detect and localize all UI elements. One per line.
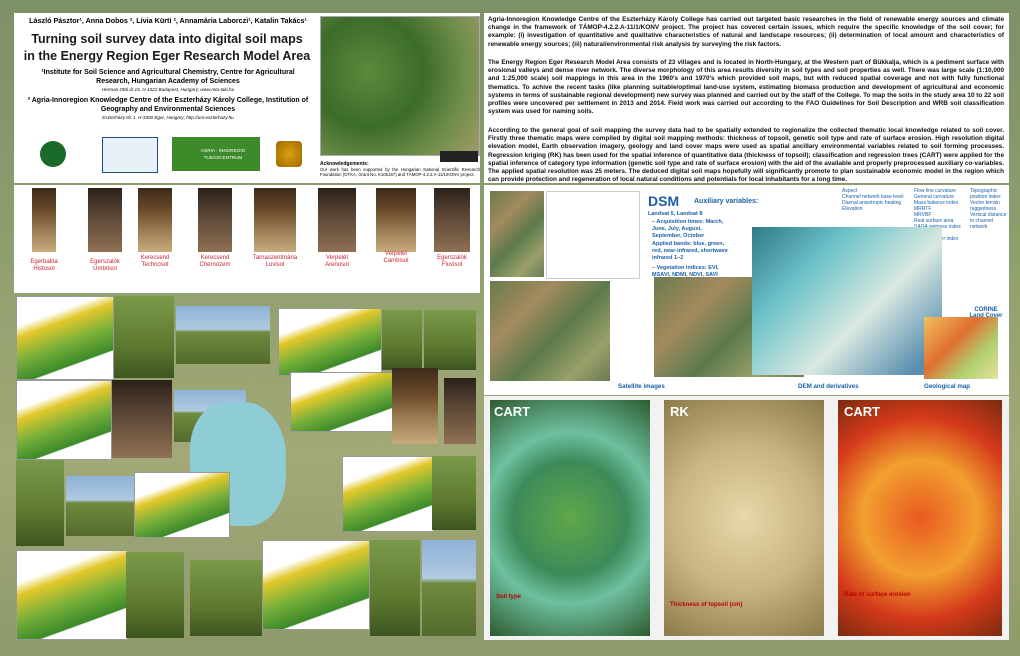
logo-mta-icon: [40, 141, 66, 167]
field-photo: [190, 560, 262, 636]
affiliation-2-address: Eszterházy tér 1. H-3300 Eger, Hungary; …: [102, 115, 234, 120]
dem-3d-block: [16, 550, 128, 640]
affiliation-1-address: Herman Ottó út 15. H-1022 Budapest, Hung…: [101, 87, 235, 92]
field-photo: [382, 310, 422, 370]
dem-vars-col1: Aspect Channel network base level Diurnal …: [842, 188, 904, 212]
affiliation-2: ² Agria-Innoregion Knowledge Centre of t…: [27, 97, 309, 113]
authors: László Pásztor¹, Anna Dobos ², Lívia Kür…: [29, 16, 307, 25]
aux-variables-title: Auxiliary variables:: [694, 198, 759, 205]
landscape-photo: [176, 306, 270, 364]
profile-label: Egerszalók Fluvisol: [437, 255, 467, 268]
field-photo: [392, 368, 438, 444]
dem-derivatives-label: DEM and derivatives: [798, 383, 859, 390]
dem-derivatives-stack: [752, 227, 942, 375]
geological-map: [924, 317, 998, 379]
intro-paragraph-1: Agria-Innoregion Knowledge Centre of the…: [488, 16, 1004, 48]
field-photo: [432, 456, 476, 530]
intro-paragraph-2: The Energy Region Eger Research Model Ar…: [488, 59, 1004, 116]
profile-image: [88, 188, 122, 252]
satellite-images-label: Satellite images: [618, 383, 665, 390]
geological-map-label: Geological map: [924, 383, 971, 390]
logo-agria-text: AGRIA · INNOREGIO TUDÁSCENTRUM: [200, 148, 246, 160]
topsoil-thickness-map: [664, 400, 824, 636]
acknowledgements-text: Our work has been supported by the Hunga…: [320, 167, 480, 178]
field-photo: [126, 552, 184, 638]
cc-license-icon: [440, 151, 478, 162]
overview-map: [320, 16, 480, 156]
profile-image: [32, 188, 56, 252]
field-photo: [370, 540, 420, 636]
profile-label: Egerbakta Histosol: [30, 259, 58, 272]
profile-image: [434, 188, 470, 252]
dem-3d-block: [16, 380, 112, 460]
logo-taki-icon: [276, 141, 302, 167]
landsat-label: Landsat 5, Landsat 8: [648, 211, 703, 217]
dem-vars-col3: Topographic position index Vector terrain…: [970, 188, 1007, 230]
profile-label: Kerecsend Chernozem: [199, 255, 231, 268]
field-photo: [114, 296, 174, 378]
poster-title-line1: Turning soil survey data into digital so…: [31, 32, 303, 46]
landscape-photo: [422, 540, 476, 636]
map-label-rk: RK: [670, 404, 689, 419]
dem-3d-block: [134, 472, 230, 538]
legend-topsoil-thickness: Thickness of topsoil (cm): [670, 602, 743, 608]
field-photo: [112, 380, 172, 458]
profile-image: [376, 188, 416, 252]
profile-label: Verpelét Cambisol: [383, 251, 409, 264]
profile-label: Kerecsend Technosol: [140, 255, 170, 268]
acquisition-times: – Acquisition times: March, June, July, …: [652, 219, 724, 239]
soil-type-map: [490, 400, 650, 636]
profile-label: Egerszalók Umbrisol: [90, 259, 120, 272]
profile-image: [254, 188, 296, 252]
profiles-panel: Egerbakta Histosol Egerszalók Umbrisol Ker…: [14, 185, 480, 293]
dem-3d-collage: [14, 296, 480, 640]
corine-label: CORINE Land Cover: [969, 307, 1003, 319]
profile-image: [138, 188, 172, 252]
intro-panel: Agria-Innoregion Knowledge Centre of the…: [484, 13, 1009, 183]
dsm-title: DSM: [648, 193, 680, 209]
applied-bands: Applied bands: blue, green, red, near-in…: [652, 241, 728, 261]
profile-image: [198, 188, 232, 252]
affiliation-1: ¹Institute for Soil Science and Agricult…: [41, 69, 295, 85]
poster-title-line2: in the Energy Region Eger Research Model…: [23, 49, 311, 63]
intro-paragraph-3: According to the general goal of soil ma…: [488, 127, 1005, 184]
legend-soil-type: Soil type: [496, 594, 522, 600]
legend-surface-erosion: Rate of surface erosion: [844, 592, 911, 598]
satellite-map: [490, 191, 544, 277]
profile-image: [318, 188, 356, 252]
dem-3d-block: [342, 456, 434, 532]
logo-college-icon: [102, 137, 158, 173]
map-label-cart-2: CART: [844, 404, 881, 419]
profile-label: Tarnaszentmária Luvisol: [252, 255, 298, 268]
dem-3d-block: [16, 296, 114, 380]
landscape-photo: [66, 476, 134, 536]
dsm-panel: DSM Auxiliary variables: Landsat 5, Land…: [484, 185, 1009, 395]
field-photo: [444, 378, 476, 444]
profile-label: Verpelét Arenosol: [325, 255, 349, 268]
soil-legend: [546, 191, 640, 279]
dem-3d-block: [278, 308, 382, 376]
maps-panel: CART Soil type RK Thickness of topsoil (…: [484, 396, 1009, 640]
surface-erosion-map: [838, 400, 1002, 636]
dem-3d-block: [262, 540, 370, 630]
header-panel: László Pásztor¹, Anna Dobos ², Lívia Kür…: [14, 13, 480, 183]
satellite-image-stack: [490, 281, 610, 381]
map-label-cart-1: CART: [494, 404, 531, 419]
field-photo: [424, 310, 476, 370]
field-photo: [16, 460, 64, 546]
dem-3d-block: [290, 372, 394, 432]
